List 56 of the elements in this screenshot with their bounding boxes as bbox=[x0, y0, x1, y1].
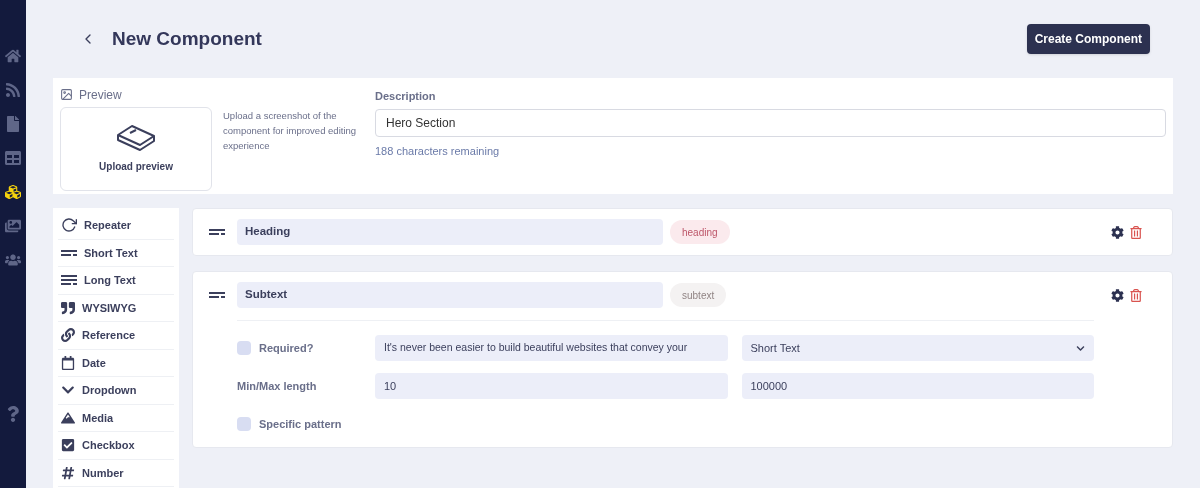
checkbox[interactable] bbox=[237, 417, 251, 431]
image-icon bbox=[60, 88, 73, 102]
quote-icon bbox=[61, 300, 75, 315]
field-type-item[interactable]: Dropdown bbox=[58, 377, 174, 405]
field-type-item[interactable]: Checkbox bbox=[58, 432, 174, 460]
settings-icon[interactable] bbox=[1111, 225, 1124, 239]
api-id-tag: subtext bbox=[670, 283, 727, 307]
checkbox-icon bbox=[61, 438, 75, 453]
description-input[interactable]: Hero Section bbox=[375, 108, 1166, 137]
file-icon[interactable] bbox=[5, 116, 21, 132]
delete-icon[interactable] bbox=[1130, 288, 1142, 302]
preview-hint: Upload a screenshot of the component for improved editing experience bbox=[223, 108, 358, 153]
min-length-input[interactable]: 10 bbox=[375, 373, 728, 399]
max-length-input[interactable]: 100000 bbox=[741, 373, 1094, 399]
upload-preview-button[interactable]: Upload preview bbox=[60, 106, 212, 191]
field-type-item[interactable]: Repeater bbox=[58, 212, 174, 240]
calendar-icon bbox=[61, 355, 75, 370]
home-icon[interactable] bbox=[5, 48, 21, 64]
characters-remaining: 188 characters remaining bbox=[375, 143, 501, 159]
field-type-item[interactable]: Media bbox=[58, 404, 174, 432]
delete-icon[interactable] bbox=[1130, 225, 1142, 239]
hash-icon bbox=[61, 465, 75, 480]
long-text-icon bbox=[61, 274, 77, 287]
pattern-label: Specific pattern bbox=[259, 416, 342, 432]
box-icon bbox=[115, 123, 157, 152]
field-type-item[interactable]: Short Text bbox=[58, 239, 174, 267]
page-title: New Component bbox=[112, 26, 262, 51]
field-type-item[interactable]: Date bbox=[58, 349, 174, 377]
table-icon[interactable] bbox=[5, 150, 21, 166]
short-text-icon bbox=[209, 289, 225, 301]
checkbox[interactable] bbox=[237, 341, 251, 355]
field-type-item[interactable]: Reference bbox=[58, 322, 174, 350]
chevron-down-icon bbox=[1076, 343, 1085, 353]
cubes-icon[interactable] bbox=[5, 184, 21, 200]
repeat-icon bbox=[61, 217, 77, 234]
description-label: Description bbox=[375, 88, 437, 104]
link-icon bbox=[61, 328, 75, 343]
api-id-tag: heading bbox=[670, 220, 730, 244]
field-name-input[interactable]: Heading bbox=[237, 219, 663, 245]
help-icon[interactable] bbox=[5, 406, 21, 422]
images-icon[interactable] bbox=[5, 218, 21, 234]
create-component-button[interactable]: Create Component bbox=[1026, 23, 1150, 54]
field-type-item[interactable]: WYSIWYG bbox=[58, 294, 174, 322]
mountain-icon bbox=[61, 410, 75, 425]
length-label: Min/Max length bbox=[237, 378, 318, 394]
type-select[interactable]: Short Text bbox=[741, 335, 1094, 361]
settings-icon[interactable] bbox=[1111, 288, 1124, 302]
rss-icon[interactable] bbox=[5, 82, 21, 98]
field-type-item[interactable]: Number bbox=[58, 459, 174, 487]
short-text-icon bbox=[209, 226, 225, 238]
field-name-input[interactable]: Subtext bbox=[237, 282, 663, 308]
required-label: Required? bbox=[259, 340, 314, 356]
default-value-input[interactable]: It's never been easier to build beautiful websites that convey your bbox=[375, 335, 728, 361]
field-type-item[interactable]: Long Text bbox=[58, 267, 174, 295]
preview-label: Preview bbox=[79, 86, 122, 104]
users-icon[interactable] bbox=[5, 252, 21, 268]
